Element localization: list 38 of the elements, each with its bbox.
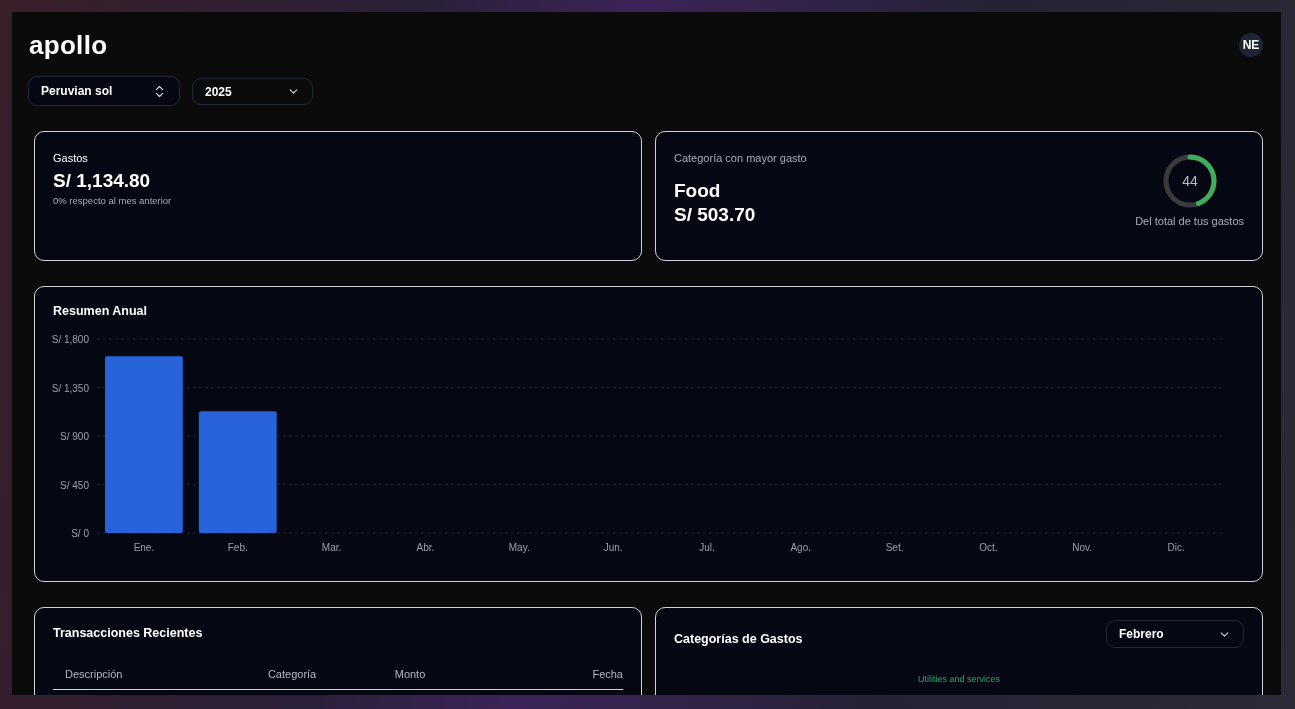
card-title: Transacciones Recientes xyxy=(53,626,204,640)
axis-tick-label: S/ 1,350 xyxy=(51,382,89,394)
axis-tick-label: Oct. xyxy=(979,542,998,553)
axis-tick-label: Mar. xyxy=(321,542,342,553)
axis-tick-label: S/ 900 xyxy=(60,431,89,442)
comparison-text: 0% respecto al mes anterior xyxy=(53,195,173,206)
percentage-value: 44 xyxy=(1181,173,1198,189)
column-header: Fecha xyxy=(591,668,623,680)
axis-tick-label: Feb. xyxy=(227,542,248,553)
column-header: Categoría xyxy=(267,668,318,680)
card-title: Gastos xyxy=(53,152,89,164)
axis-tick-label: S/ 0 xyxy=(71,528,89,539)
card-title: Categorías de Gastos xyxy=(674,632,803,646)
column-header: Descripción xyxy=(65,668,124,680)
category-amount: S/ 503.70 xyxy=(674,204,756,226)
axis-tick-label: S/ 1,800 xyxy=(51,334,89,345)
card-title: Categoría con mayor gasto xyxy=(674,152,808,164)
axis-tick-label: Ene. xyxy=(133,542,155,553)
axis-tick-label: S/ 450 xyxy=(60,479,89,491)
axis-tick-label: Abr. xyxy=(416,542,435,553)
ring-caption: Del total de tus gastos xyxy=(1135,215,1244,227)
column-header: Monto xyxy=(394,668,427,680)
axis-tick-label: Jul. xyxy=(699,542,715,553)
axis-tick-label: Jun. xyxy=(603,542,623,553)
expenses-amount: S/ 1,134.80 xyxy=(53,170,152,192)
axis-tick-label: May. xyxy=(508,542,530,553)
legend-label: Utilities and services xyxy=(917,674,1001,684)
user-avatar[interactable]: NE xyxy=(1239,33,1263,57)
month-select[interactable]: Febrero xyxy=(1106,620,1244,648)
category-name: Food xyxy=(674,180,722,202)
currency-select[interactable]: Peruvian sol xyxy=(28,76,180,106)
axis-tick-label: Dic. xyxy=(1167,542,1185,553)
card-title: Resumen Anual xyxy=(53,304,148,318)
logo: apollo xyxy=(29,32,108,58)
axis-tick-label: Nov. xyxy=(1072,542,1093,553)
axis-tick-label: Set. xyxy=(885,542,904,553)
axis-tick-label: Ago. xyxy=(790,542,812,553)
year-select[interactable]: 2025 xyxy=(192,78,313,105)
